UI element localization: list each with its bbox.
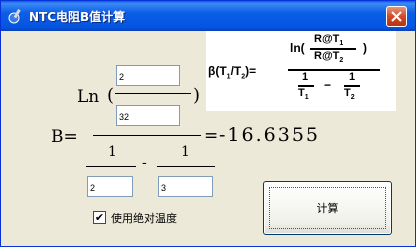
formula-r-bottom: R@T2 — [314, 50, 344, 65]
formula-image: β(T1/T2)= ln( R@T1 R@T2 ) 1 T1 − 1 T2 — [206, 31, 396, 111]
ln-label: Ln — [77, 87, 100, 107]
result-value: -16.6355 — [219, 124, 320, 146]
formula-one-left: 1 — [302, 71, 309, 83]
ln-paren-close: ) — [193, 85, 201, 106]
calculate-button[interactable]: 计算 — [263, 181, 392, 235]
t2-input[interactable] — [158, 176, 213, 197]
r2-input[interactable] — [116, 105, 180, 126]
t2-fraction-bar — [157, 166, 215, 167]
absolute-temp-label: 使用绝对温度 — [111, 212, 177, 225]
formula-ln-close: ) — [363, 41, 367, 55]
denom-one-left: 1 — [108, 144, 117, 160]
formula-one-right: 1 — [349, 71, 356, 83]
client-area: β(T1/T2)= ln( R@T1 R@T2 ) 1 T1 − 1 T2 Ln… — [5, 31, 411, 242]
calculate-button-label: 计算 — [316, 202, 339, 215]
equals-sign: = — [204, 126, 219, 146]
formula-r-top: R@T1 — [314, 33, 344, 48]
formula-ln: ln( — [290, 41, 305, 55]
b-label: B= — [51, 127, 78, 147]
formula-t1: T1 — [298, 87, 309, 102]
formula-minus: − — [324, 78, 332, 92]
formula-lhs: β(T1/T2)= — [208, 64, 257, 81]
t1-input[interactable] — [87, 176, 133, 197]
t1-fraction-bar — [86, 166, 136, 167]
close-button[interactable] — [386, 6, 407, 27]
window-title: NTC电阻B值计算 — [29, 10, 126, 24]
formula-t2: T2 — [344, 87, 355, 102]
ln-fraction-bar — [115, 93, 191, 94]
b-fraction-bar — [93, 135, 201, 136]
absolute-temp-checkbox[interactable]: ✔ — [93, 211, 106, 224]
app-window: NTC电阻B值计算 β(T1/T2)= ln( R@T1 R@T2 ) 1 T1… — [0, 0, 416, 247]
r1-input[interactable] — [116, 65, 180, 86]
denom-minus: - — [142, 155, 147, 171]
title-bar: NTC电阻B值计算 — [1, 1, 415, 31]
ln-paren-open: ( — [107, 85, 115, 106]
close-icon — [391, 11, 402, 22]
denom-one-right: 1 — [181, 144, 190, 160]
app-icon — [8, 9, 21, 24]
